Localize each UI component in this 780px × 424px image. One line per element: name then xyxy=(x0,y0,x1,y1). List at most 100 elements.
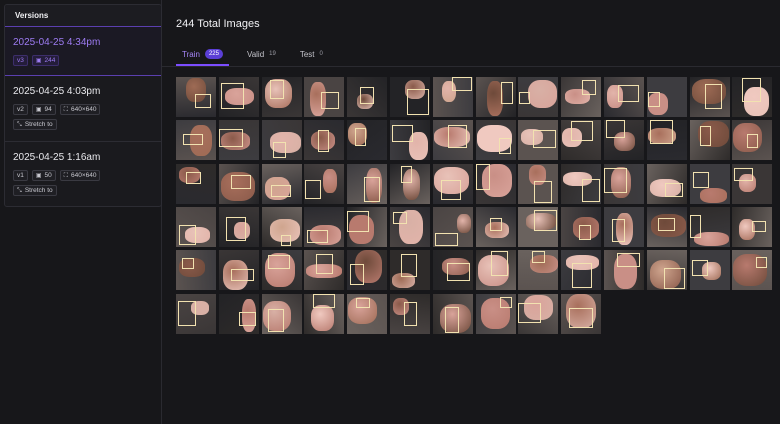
annotation-box xyxy=(489,218,503,232)
version-item-2[interactable]: 2025-04-25 4:03pm v2 ▣ 94 ⛶ 640×640 ⤡ Stretch t… xyxy=(5,76,161,142)
tab-test[interactable]: Test 0 xyxy=(294,44,329,64)
image-thumbnail[interactable] xyxy=(689,163,730,204)
version-tag-label: 50 xyxy=(44,172,52,179)
image-thumbnail[interactable] xyxy=(475,293,516,334)
image-thumbnail[interactable] xyxy=(475,120,516,161)
image-thumbnail[interactable] xyxy=(518,250,559,291)
version-tag: ▣ 94 xyxy=(31,104,56,115)
tab-train[interactable]: Train 225 xyxy=(176,44,229,66)
image-thumbnail[interactable] xyxy=(218,77,259,117)
image-thumbnail[interactable] xyxy=(518,163,559,204)
image-thumbnail[interactable] xyxy=(261,77,302,117)
image-thumbnail[interactable] xyxy=(475,77,516,117)
image-thumbnail[interactable] xyxy=(218,250,259,291)
version-item-3[interactable]: 2025-04-25 1:16am v1 ▣ 50 ⛶ 640×640 ⤡ Stretch t… xyxy=(5,142,161,206)
image-thumbnail[interactable] xyxy=(732,120,773,161)
image-thumbnail[interactable] xyxy=(646,206,687,247)
image-thumbnail[interactable] xyxy=(176,250,216,291)
image-thumbnail[interactable] xyxy=(347,250,388,291)
image-thumbnail[interactable] xyxy=(732,250,773,291)
image-thumbnail[interactable] xyxy=(561,163,602,204)
image-thumbnail[interactable] xyxy=(390,120,430,161)
image-icon: ▣ xyxy=(35,57,42,64)
image-thumbnail[interactable] xyxy=(475,250,516,291)
image-thumbnail[interactable] xyxy=(689,77,730,117)
image-thumbnail[interactable] xyxy=(218,120,259,161)
image-thumbnail[interactable] xyxy=(304,163,345,204)
image-thumbnail[interactable] xyxy=(432,250,473,291)
image-thumbnail[interactable] xyxy=(646,120,687,161)
image-thumbnail[interactable] xyxy=(475,206,516,247)
image-thumbnail[interactable] xyxy=(561,77,602,117)
image-thumbnail[interactable] xyxy=(732,163,773,204)
image-thumbnail[interactable] xyxy=(561,250,602,291)
image-thumbnail[interactable] xyxy=(732,77,773,117)
image-thumbnail[interactable] xyxy=(304,77,345,117)
image-thumbnail[interactable] xyxy=(390,293,430,334)
image-thumbnail[interactable] xyxy=(518,206,559,247)
image-thumbnail[interactable] xyxy=(261,250,302,291)
image-thumbnail[interactable] xyxy=(261,163,302,204)
image-thumbnail[interactable] xyxy=(604,250,644,291)
image-thumbnail[interactable] xyxy=(261,293,302,334)
image-thumbnail[interactable] xyxy=(176,163,216,204)
image-thumbnail[interactable] xyxy=(432,120,473,161)
image-thumbnail[interactable] xyxy=(646,77,687,117)
image-thumbnail[interactable] xyxy=(432,293,473,334)
image-thumbnail[interactable] xyxy=(304,293,345,334)
image-thumbnail[interactable] xyxy=(475,163,516,204)
image-thumbnail[interactable] xyxy=(518,120,559,161)
image-thumbnail[interactable] xyxy=(561,120,602,161)
image-thumbnail[interactable] xyxy=(218,293,259,334)
image-thumbnail[interactable] xyxy=(604,120,644,161)
version-tag: ⤡ Stretch to xyxy=(13,119,57,130)
image-thumbnail[interactable] xyxy=(390,206,430,247)
image-thumbnail[interactable] xyxy=(604,77,644,117)
image-thumbnail[interactable] xyxy=(518,77,559,117)
image-thumbnail[interactable] xyxy=(432,206,473,247)
image-thumbnail[interactable] xyxy=(304,206,345,247)
tab-valid[interactable]: Valid 19 xyxy=(241,44,282,64)
image-thumbnail[interactable] xyxy=(347,120,388,161)
image-thumbnail[interactable] xyxy=(176,206,216,247)
image-thumbnail[interactable] xyxy=(646,250,687,291)
image-thumbnail[interactable] xyxy=(304,250,345,291)
image-thumbnail[interactable] xyxy=(176,293,216,334)
image-thumbnail[interactable] xyxy=(689,250,730,291)
image-thumbnail[interactable] xyxy=(604,163,644,204)
image-thumbnail[interactable] xyxy=(218,163,259,204)
image-thumbnail[interactable] xyxy=(604,206,644,247)
image-thumbnail[interactable] xyxy=(347,77,388,117)
image-thumbnail[interactable] xyxy=(261,206,302,247)
image-thumbnail[interactable] xyxy=(732,206,773,247)
image-thumbnail[interactable] xyxy=(689,120,730,161)
image-thumbnail[interactable] xyxy=(518,293,559,334)
image-thumbnail[interactable] xyxy=(261,120,302,161)
image-thumbnail[interactable] xyxy=(561,206,602,247)
image-thumbnail[interactable] xyxy=(390,163,430,204)
version-tag-label: Stretch to xyxy=(24,121,53,128)
version-tag: ▣ 50 xyxy=(31,170,56,181)
version-tag-label: v3 xyxy=(17,57,24,64)
image-thumbnail[interactable] xyxy=(432,163,473,204)
version-tag-label: v2 xyxy=(17,106,24,113)
annotation-box xyxy=(317,130,329,153)
annotation-box xyxy=(532,250,546,263)
annotation-box xyxy=(499,297,513,309)
image-thumbnail[interactable] xyxy=(176,120,216,161)
image-thumbnail[interactable] xyxy=(646,163,687,204)
image-thumbnail[interactable] xyxy=(689,206,730,247)
image-thumbnail[interactable] xyxy=(304,120,345,161)
image-thumbnail[interactable] xyxy=(347,163,388,204)
image-thumbnail[interactable] xyxy=(432,77,473,117)
image-thumbnail[interactable] xyxy=(218,206,259,247)
image-thumbnail[interactable] xyxy=(347,206,388,247)
image-thumbnail[interactable] xyxy=(176,77,216,117)
image-thumbnail[interactable] xyxy=(347,293,388,334)
tab-divider xyxy=(162,66,780,67)
image-thumbnail[interactable] xyxy=(561,293,602,334)
image-thumbnail[interactable] xyxy=(390,77,430,117)
image-thumbnail[interactable] xyxy=(390,250,430,291)
annotation-box xyxy=(220,83,244,109)
version-item-1[interactable]: 2025-04-25 4:34pm v3 ▣ 244 xyxy=(5,26,161,76)
